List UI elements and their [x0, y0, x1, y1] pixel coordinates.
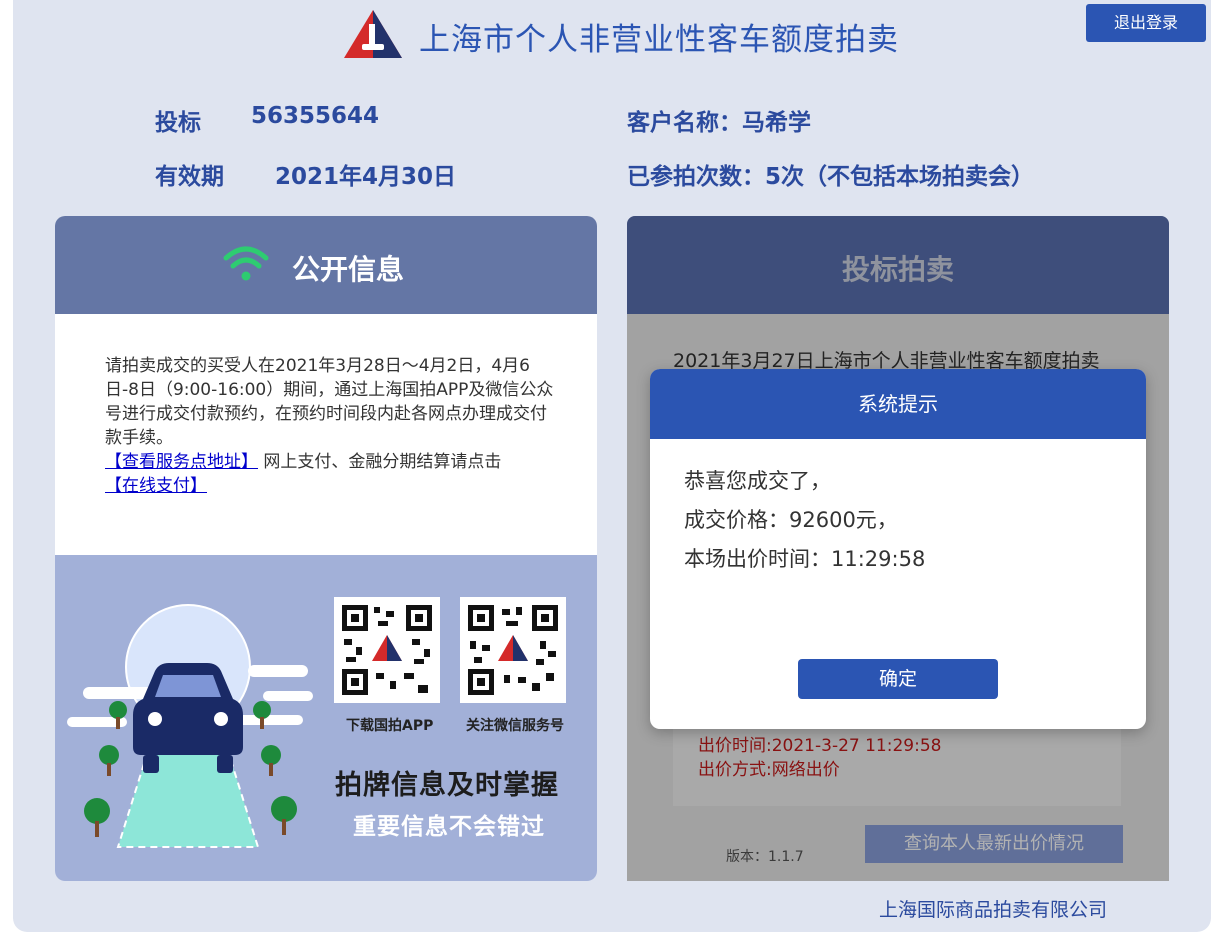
system-prompt-dialog: 系统提示 恭喜您成交了， 成交价格：92600元， 本场出价时间：11:29:5…	[650, 369, 1146, 729]
dialog-title: 系统提示	[650, 369, 1146, 439]
company-footer: 上海国际商品拍卖有限公司	[879, 899, 1108, 921]
page-frame: 上海市个人非营业性客车额度拍卖 退出登录 投标 56355644 有效期 202…	[13, 0, 1211, 932]
qr-code-wechat	[460, 597, 566, 703]
public-info-panel: 公开信息 请拍卖成交的买受人在2021年3月28日～4月2日，4月6日-8日（9…	[55, 216, 597, 881]
dialog-line-time: 本场出价时间：11:29:58	[684, 547, 926, 571]
public-info-header: 公开信息	[55, 216, 597, 314]
promo-area: 下载国拍APP 关注微信服务号 拍牌信息及时掌握 重要信息不会错过	[55, 555, 597, 881]
public-info-title: 公开信息	[292, 253, 405, 286]
auction-logo-icon	[344, 10, 402, 58]
validity-date: 2021年4月30日	[275, 164, 457, 190]
header: 上海市个人非营业性客车额度拍卖 退出登录	[13, 0, 1211, 70]
participation-count: 已参拍次数：5次（不包括本场拍卖会）	[627, 164, 1035, 190]
notice-text: 请拍卖成交的买受人在2021年3月28日～4月2日，4月6日-8日（9:00-1…	[105, 356, 554, 448]
slogan-sub: 重要信息不会错过	[353, 814, 545, 840]
qr-code-app	[334, 597, 440, 703]
slogan-main: 拍牌信息及时掌握	[335, 770, 559, 801]
payment-text: 网上支付、金融分期结算请点击	[258, 452, 502, 472]
validity-label: 有效期	[155, 164, 224, 190]
logout-button[interactable]: 退出登录	[1086, 4, 1206, 42]
qr-app-label: 下载国拍APP	[346, 718, 434, 734]
qr-wechat-label: 关注微信服务号	[466, 718, 564, 734]
dialog-line-price: 成交价格：92600元，	[684, 508, 898, 532]
dialog-line-congrats: 恭喜您成交了，	[684, 469, 831, 493]
bid-label: 投标	[155, 110, 201, 136]
bid-number: 56355644	[251, 103, 380, 129]
car-illustration	[67, 604, 313, 848]
wifi-icon	[223, 246, 269, 281]
online-payment-link[interactable]: 【在线支付】	[105, 476, 207, 496]
customer-name: 客户名称：马希学	[627, 110, 811, 136]
service-address-link[interactable]: 【查看服务点地址】	[105, 452, 258, 472]
notice-text-block: 请拍卖成交的买受人在2021年3月28日～4月2日，4月6日-8日（9:00-1…	[105, 354, 555, 498]
confirm-button[interactable]: 确定	[798, 659, 998, 699]
page-title: 上海市个人非营业性客车额度拍卖	[419, 22, 899, 58]
